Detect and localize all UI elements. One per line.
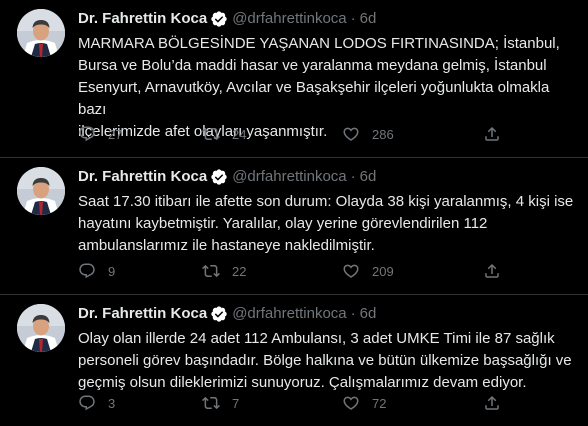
like-button[interactable]: 72 — [342, 394, 386, 412]
like-button[interactable]: 286 — [342, 125, 394, 143]
avatar[interactable] — [17, 9, 65, 57]
author-handle[interactable]: @drfahrettinkoca — [232, 167, 346, 187]
tweet-actions: 9 22 209 — [78, 261, 518, 281]
like-count: 286 — [372, 126, 394, 142]
tweet-header: Dr. Fahrettin Koca @drfahrettinkoca · 6d — [78, 167, 576, 187]
tweet-content: Dr. Fahrettin Koca @drfahrettinkoca · 6d… — [78, 9, 576, 143]
verified-badge-icon — [210, 305, 228, 323]
reply-button[interactable]: 9 — [78, 262, 115, 280]
reply-count: 3 — [108, 395, 116, 411]
tweet-actions: 3 7 72 — [78, 393, 518, 413]
retweet-icon — [202, 125, 220, 143]
retweet-button[interactable]: 7 — [202, 394, 239, 412]
reply-icon — [78, 394, 96, 412]
tweet-header: Dr. Fahrettin Koca @drfahrettinkoca · 6d — [78, 304, 576, 324]
retweet-icon — [202, 262, 220, 280]
author-handle[interactable]: @drfahrettinkoca — [232, 304, 346, 324]
reply-button[interactable]: 3 — [78, 394, 115, 412]
share-icon — [483, 394, 501, 412]
retweet-count: 24 — [232, 126, 247, 142]
retweet-button[interactable]: 24 — [202, 125, 246, 143]
heart-icon — [342, 262, 360, 280]
author-name[interactable]: Dr. Fahrettin Koca — [78, 304, 207, 324]
tweet-text: Saat 17.30 itibarı ile afette son durum:… — [78, 193, 574, 254]
reply-button[interactable]: 27 — [78, 125, 122, 143]
retweet-icon — [202, 394, 220, 412]
avatar[interactable] — [17, 167, 65, 215]
share-button[interactable] — [483, 262, 501, 280]
tweet-text: Olay olan illerde 24 adet 112 Ambulansı,… — [78, 330, 572, 391]
tweet[interactable]: Dr. Fahrettin Koca @drfahrettinkoca · 6d… — [0, 0, 588, 158]
tweet[interactable]: Dr. Fahrettin Koca @drfahrettinkoca · 6d… — [0, 158, 588, 295]
like-count: 209 — [372, 263, 394, 279]
verified-badge-icon — [210, 168, 228, 186]
avatar[interactable] — [17, 304, 65, 352]
share-button[interactable] — [483, 125, 501, 143]
verified-badge-icon — [210, 10, 228, 28]
share-icon — [483, 262, 501, 280]
heart-icon — [342, 125, 360, 143]
like-count: 72 — [372, 395, 387, 411]
author-handle[interactable]: @drfahrettinkoca — [232, 9, 346, 29]
share-button[interactable] — [483, 394, 501, 412]
reply-icon — [78, 262, 96, 280]
tweet-feed: Dr. Fahrettin Koca @drfahrettinkoca · 6d… — [0, 0, 588, 426]
timestamp[interactable]: 6d — [360, 304, 377, 324]
separator-dot: · — [350, 10, 356, 27]
retweet-count: 22 — [232, 263, 247, 279]
tweet-content: Dr. Fahrettin Koca @drfahrettinkoca · 6d… — [78, 167, 576, 257]
heart-icon — [342, 394, 360, 412]
separator-dot: · — [350, 168, 356, 185]
share-icon — [483, 125, 501, 143]
tweet[interactable]: Dr. Fahrettin Koca @drfahrettinkoca · 6d… — [0, 295, 588, 426]
tweet-actions: 27 24 286 — [78, 124, 518, 144]
tweet-header: Dr. Fahrettin Koca @drfahrettinkoca · 6d — [78, 9, 576, 29]
author-name[interactable]: Dr. Fahrettin Koca — [78, 167, 207, 187]
like-button[interactable]: 209 — [342, 262, 394, 280]
timestamp[interactable]: 6d — [360, 167, 377, 187]
author-name[interactable]: Dr. Fahrettin Koca — [78, 9, 207, 29]
retweet-button[interactable]: 22 — [202, 262, 246, 280]
reply-count: 9 — [108, 263, 116, 279]
reply-count: 27 — [108, 126, 123, 142]
timestamp[interactable]: 6d — [360, 9, 377, 29]
retweet-count: 7 — [232, 395, 240, 411]
separator-dot: · — [350, 305, 356, 322]
tweet-content: Dr. Fahrettin Koca @drfahrettinkoca · 6d… — [78, 304, 576, 394]
reply-icon — [78, 125, 96, 143]
